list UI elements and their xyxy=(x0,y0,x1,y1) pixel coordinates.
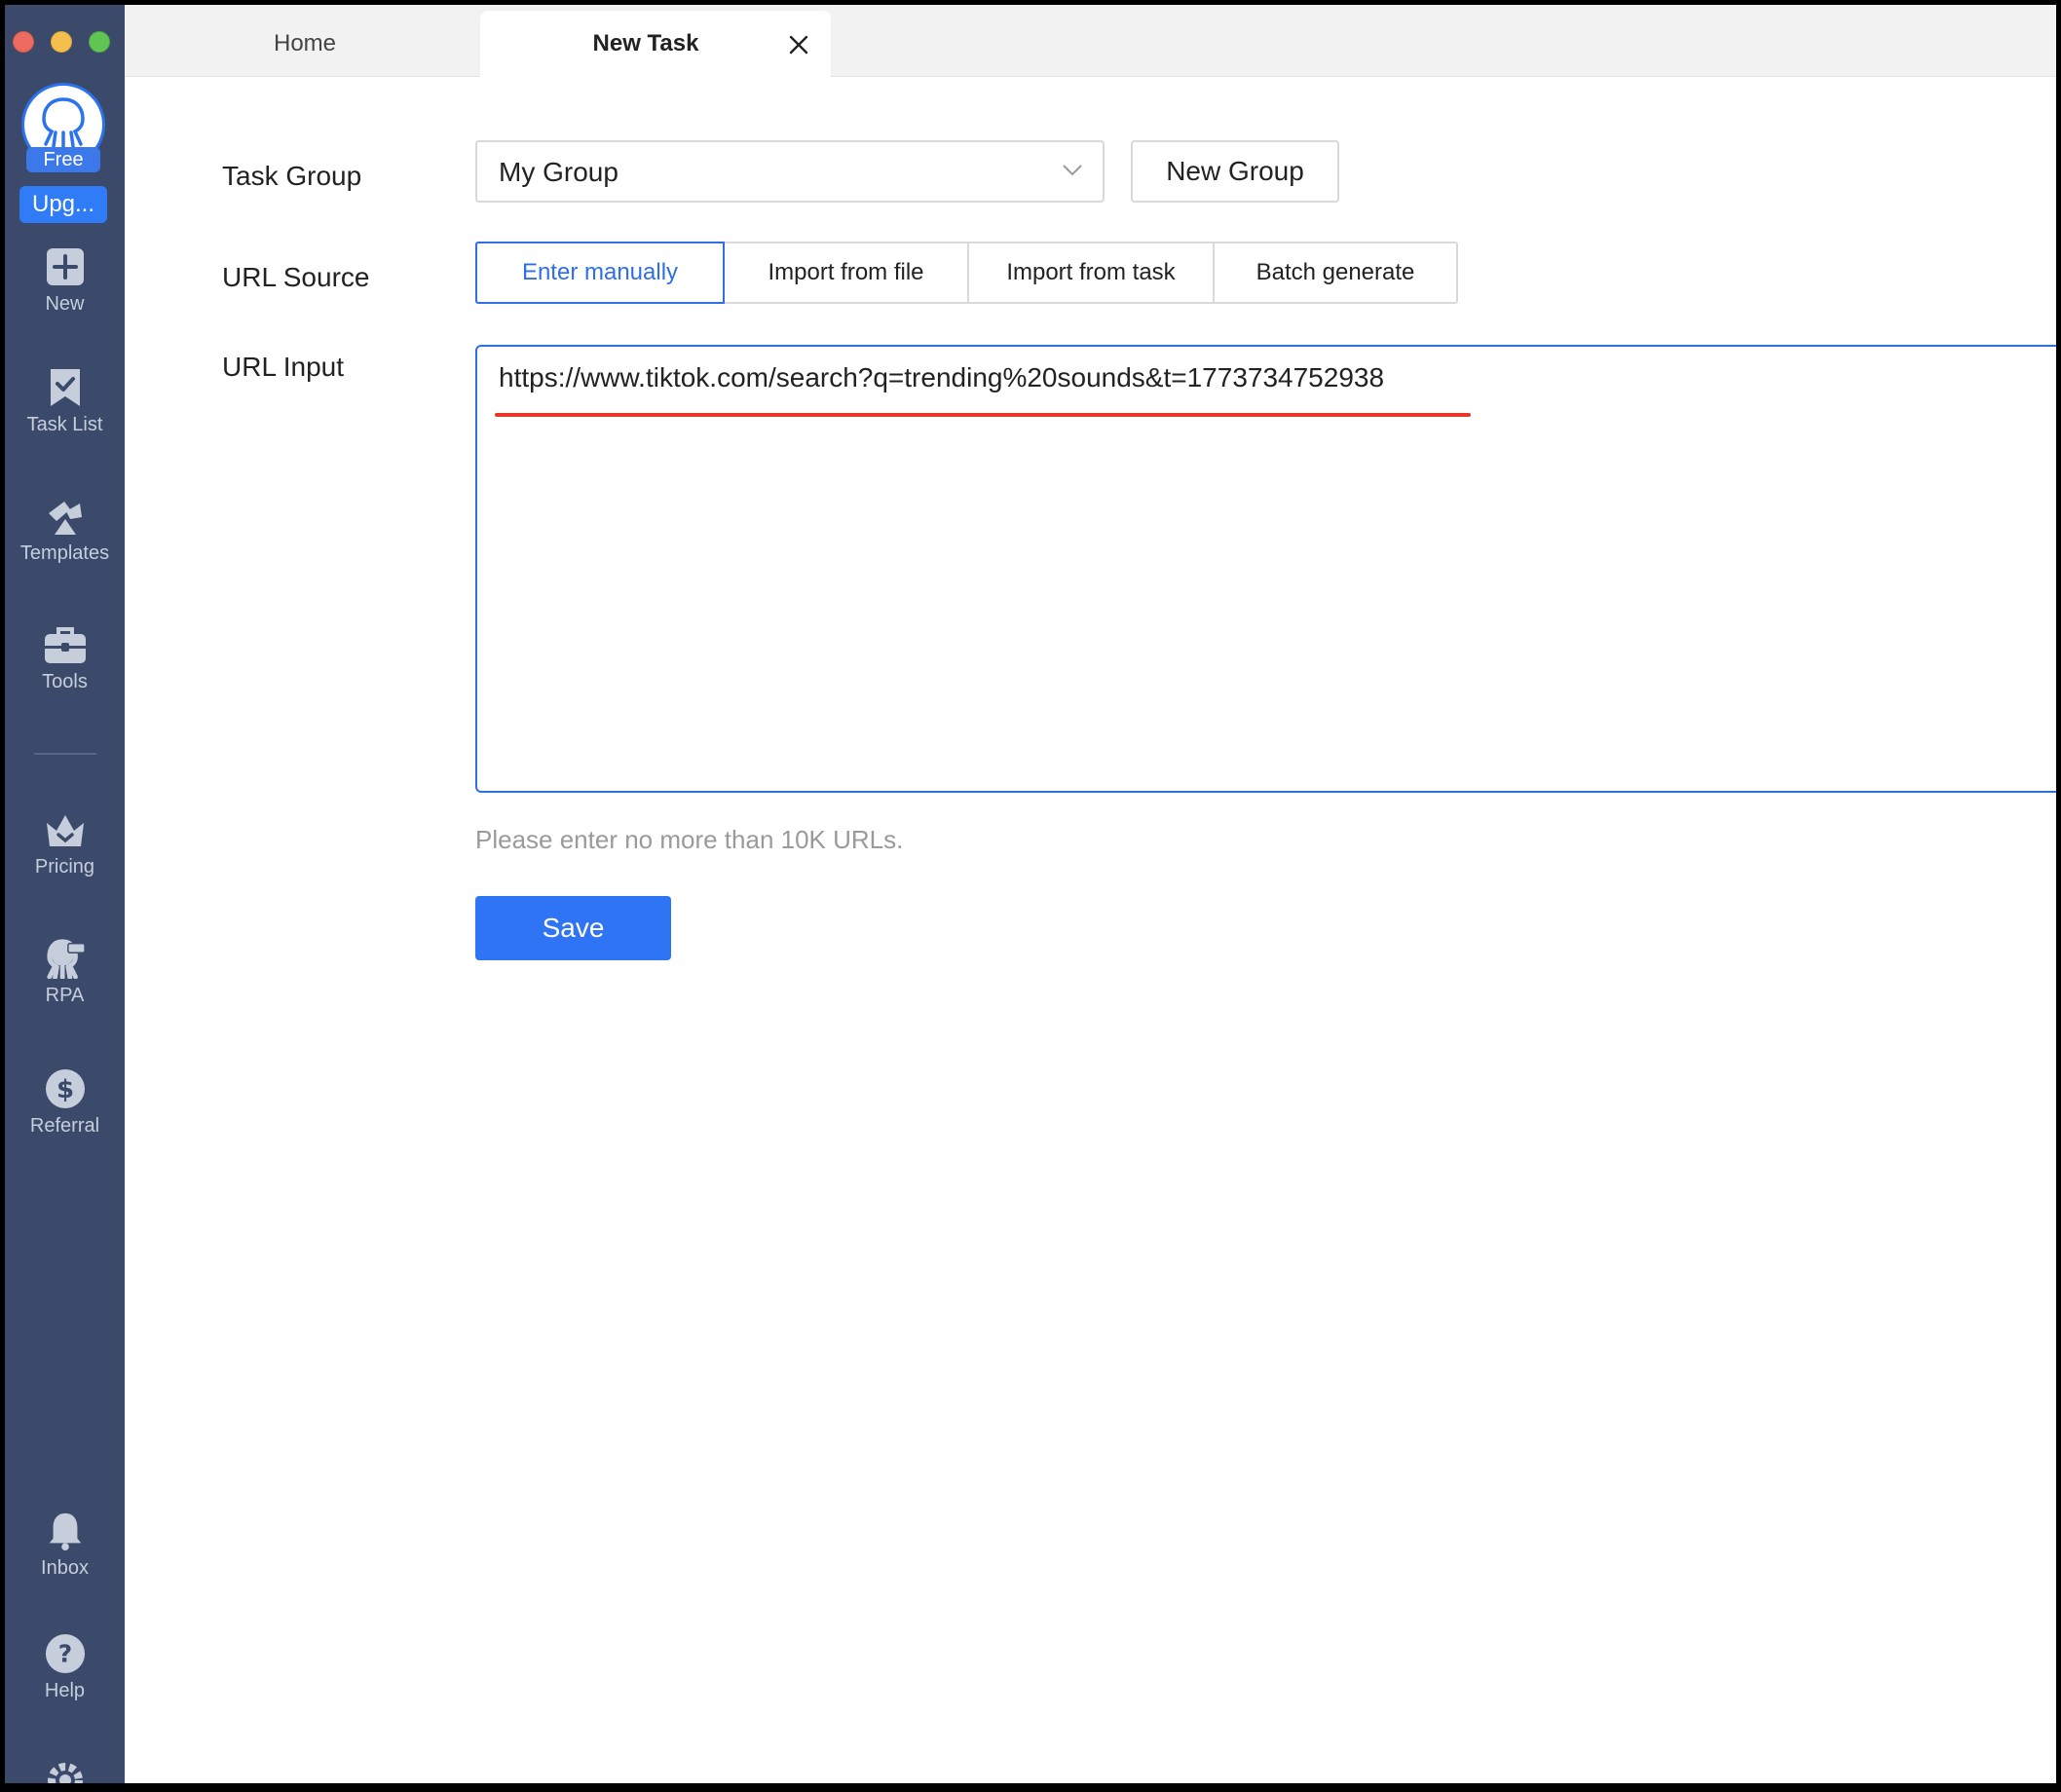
task-group-select[interactable]: My Group xyxy=(475,140,1105,203)
sidebar-item-label: New xyxy=(45,293,85,315)
svg-text:$: $ xyxy=(56,1075,73,1104)
new-group-button[interactable]: New Group xyxy=(1131,140,1339,203)
sidebar-item-inbox[interactable]: Inbox xyxy=(5,1511,125,1580)
url-input-value: https://www.tiktok.com/search?q=trending… xyxy=(499,362,1385,392)
svg-text:?: ? xyxy=(57,1640,71,1668)
url-source-import-from-file[interactable]: Import from file xyxy=(723,242,969,304)
window-close-button[interactable] xyxy=(13,31,34,53)
bookmark-check-icon xyxy=(50,369,80,406)
task-group-value: My Group xyxy=(499,157,618,187)
sidebar-item-help[interactable]: ? Help xyxy=(5,1633,125,1702)
gear-icon xyxy=(47,1763,83,1783)
app-window: Free Upg... New Task List Templates Tool… xyxy=(5,5,2056,1783)
tab-new-task[interactable]: New Task xyxy=(480,11,831,77)
sidebar: Free Upg... New Task List Templates Tool… xyxy=(5,5,125,1783)
url-source-enter-manually[interactable]: Enter manually xyxy=(475,242,725,304)
sidebar-item-templates[interactable]: Templates xyxy=(5,496,125,565)
sidebar-item-pricing[interactable]: Pricing xyxy=(5,809,125,878)
plan-badge: Free xyxy=(26,147,100,172)
bell-icon xyxy=(49,1512,81,1551)
sidebar-item-label: Inbox xyxy=(41,1557,89,1579)
plus-square-icon xyxy=(46,248,84,285)
tab-label: New Task xyxy=(592,30,699,56)
url-source-segmented-control: Enter manually Import from file Import f… xyxy=(475,242,1458,304)
url-input-hint: Please enter no more than 10K URLs. xyxy=(475,825,904,854)
sidebar-divider xyxy=(34,753,96,755)
sidebar-item-tools[interactable]: Tools xyxy=(5,624,125,693)
sidebar-item-label: Referral xyxy=(29,1115,100,1137)
close-icon[interactable] xyxy=(788,34,809,56)
sidebar-item-label: Task List xyxy=(26,414,103,435)
sidebar-item-settings[interactable] xyxy=(5,1760,125,1783)
annotation-underline xyxy=(495,413,1471,417)
sidebar-item-label: Templates xyxy=(19,542,110,564)
sidebar-item-label: Help xyxy=(44,1680,86,1701)
sidebar-item-label: RPA xyxy=(45,985,85,1006)
url-source-label: URL Source xyxy=(222,262,370,292)
task-group-label: Task Group xyxy=(222,161,362,191)
tab-bar: Home New Task xyxy=(125,5,2056,77)
chevron-down-icon xyxy=(1063,165,1082,176)
crown-icon xyxy=(46,815,84,846)
window-minimize-button[interactable] xyxy=(51,31,72,53)
window-zoom-button[interactable] xyxy=(89,31,110,53)
dollar-icon: $ xyxy=(45,1069,85,1108)
upgrade-button[interactable]: Upg... xyxy=(19,186,107,223)
sidebar-item-rpa[interactable]: RPA xyxy=(5,938,125,1007)
sidebar-item-new[interactable]: New xyxy=(5,246,125,316)
templates-icon xyxy=(48,502,82,535)
help-icon: ? xyxy=(45,1633,85,1674)
toolbox-icon xyxy=(44,627,86,663)
sidebar-item-label: Pricing xyxy=(34,856,95,877)
save-button[interactable]: Save xyxy=(475,896,671,960)
url-source-import-from-task[interactable]: Import from task xyxy=(967,242,1215,304)
sidebar-item-referral[interactable]: $ Referral xyxy=(5,1068,125,1138)
octopus-logo-icon xyxy=(42,97,85,149)
sidebar-item-task-list[interactable]: Task List xyxy=(5,367,125,436)
url-source-batch-generate[interactable]: Batch generate xyxy=(1213,242,1458,304)
sidebar-item-label: Tools xyxy=(42,671,88,692)
tab-home[interactable]: Home xyxy=(134,11,475,77)
url-input-label: URL Input xyxy=(222,352,345,382)
rpa-octopus-icon xyxy=(46,939,86,979)
url-input-textarea[interactable]: https://www.tiktok.com/search?q=trending… xyxy=(475,345,2056,793)
